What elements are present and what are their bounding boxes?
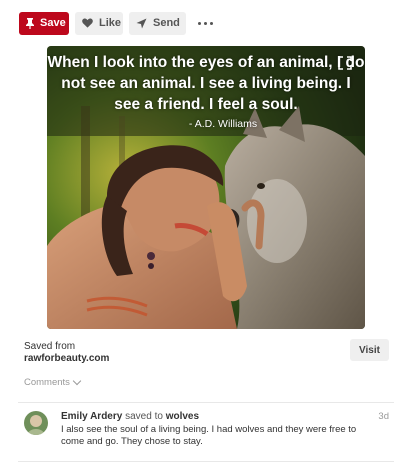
save-button[interactable]: Save [19,11,69,35]
comment-action: saved to [125,411,163,422]
heart-icon [82,18,93,28]
divider [18,461,394,462]
pushpin-icon [26,17,34,29]
comments-toggle-label: Comments [24,377,70,388]
source-domain-link[interactable]: rawforbeauty.com [24,353,109,365]
quote-text: When I look into the eyes of an animal, … [47,54,365,113]
chevron-down-icon [72,376,82,386]
more-options-button[interactable] [194,12,217,35]
like-button-label: Like [99,17,122,29]
pin-image[interactable]: When I look into the eyes of an animal, … [47,46,365,329]
expand-image-button[interactable] [338,56,352,70]
save-button-label: Save [40,17,66,29]
avatar[interactable] [24,411,48,435]
comment-user-link[interactable]: Emily Ardery [61,411,122,422]
send-button[interactable]: Send [129,11,186,35]
comment-header: Emily Ardery saved to wolves [61,411,199,423]
like-button[interactable]: Like [75,11,123,35]
ellipsis-icon [198,21,201,25]
pin-quote: When I look into the eyes of an animal, … [47,52,365,131]
visit-button[interactable]: Visit [350,339,389,361]
comment-board-link[interactable]: wolves [166,411,199,422]
comment-text: I also see the soul of a living being. I… [61,424,357,447]
comments-toggle[interactable]: Comments [24,376,82,388]
send-button-label: Send [153,17,180,29]
send-arrow-icon [136,18,147,29]
saved-from-label: Saved from [24,341,76,352]
quote-author: - A.D. Williams [188,118,258,130]
expand-icon [338,56,352,70]
divider [18,402,394,403]
pin-action-bar: Save Like Send [19,11,217,35]
comment-timestamp: 3d [378,411,389,422]
